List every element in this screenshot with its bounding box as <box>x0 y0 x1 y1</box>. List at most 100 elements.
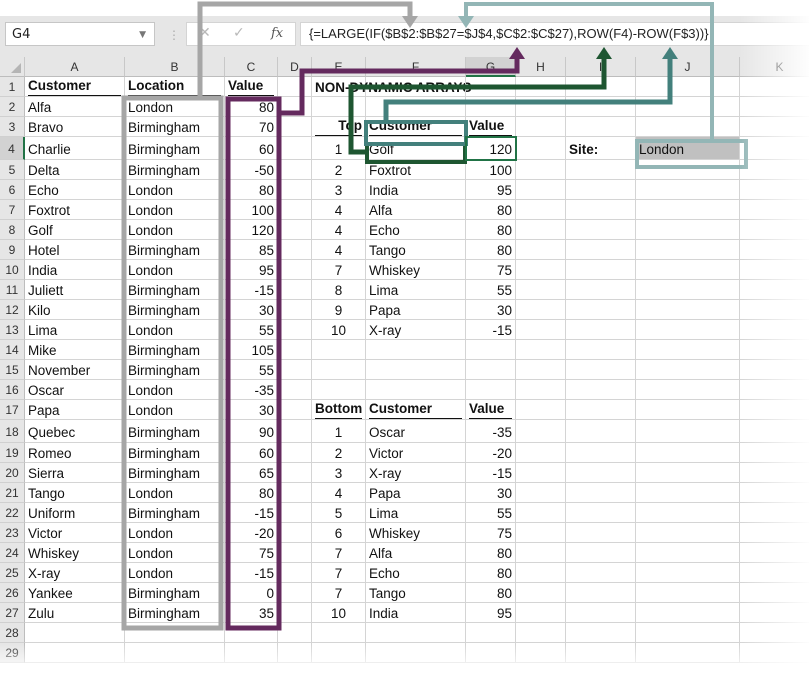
cell-h13[interactable] <box>516 320 566 340</box>
cell-h14[interactable] <box>516 340 566 360</box>
cell-j7[interactable] <box>636 200 740 220</box>
bottom-rank[interactable]: 3 <box>312 463 366 483</box>
column-header-a[interactable]: A <box>25 57 125 77</box>
row-header-1[interactable]: 1 <box>0 77 25 97</box>
cell-d7[interactable] <box>278 200 312 220</box>
cell-i20[interactable] <box>566 463 636 483</box>
cell-i21[interactable] <box>566 483 636 503</box>
source-customer[interactable]: Charlie <box>25 137 125 160</box>
cell-k15[interactable] <box>740 360 809 380</box>
column-header-f[interactable]: F <box>366 57 466 77</box>
cell-j24[interactable] <box>636 543 740 563</box>
insert-function-icon[interactable]: fx <box>271 26 283 41</box>
cell-j15[interactable] <box>636 360 740 380</box>
cell-h16[interactable] <box>516 380 566 400</box>
source-customer[interactable]: India <box>25 260 125 280</box>
source-customer[interactable]: Tango <box>25 483 125 503</box>
cell-i1[interactable] <box>566 77 636 97</box>
cell-k28[interactable] <box>740 623 809 643</box>
cell-h21[interactable] <box>516 483 566 503</box>
cell-f1[interactable] <box>366 77 466 97</box>
top-header-customer[interactable]: Customer <box>366 117 466 137</box>
cell-k29[interactable] <box>740 643 809 663</box>
row-header-20[interactable]: 20 <box>0 463 25 483</box>
cell-h5[interactable] <box>516 160 566 180</box>
cell-d6[interactable] <box>278 180 312 200</box>
cell-g16[interactable] <box>466 380 516 400</box>
cell-g2[interactable] <box>466 97 516 117</box>
source-location[interactable]: London <box>125 380 225 400</box>
top-value[interactable]: 30 <box>466 300 516 320</box>
cell-j17[interactable] <box>636 400 740 420</box>
cell-k2[interactable] <box>740 97 809 117</box>
cell-j14[interactable] <box>636 340 740 360</box>
cell-i18[interactable] <box>566 420 636 443</box>
row-header-14[interactable]: 14 <box>0 340 25 360</box>
column-header-b[interactable]: B <box>125 57 225 77</box>
row-header-27[interactable]: 27 <box>0 603 25 623</box>
source-customer[interactable]: X-ray <box>25 563 125 583</box>
cell-i2[interactable] <box>566 97 636 117</box>
bottom-customer[interactable]: Victor <box>366 443 466 463</box>
row-header-4[interactable]: 4 <box>0 137 25 160</box>
bottom-rank[interactable]: 2 <box>312 443 366 463</box>
bottom-customer[interactable]: Whiskey <box>366 523 466 543</box>
source-value[interactable]: 55 <box>225 320 278 340</box>
cell-i22[interactable] <box>566 503 636 523</box>
cell-e28[interactable] <box>312 623 366 643</box>
cell-d20[interactable] <box>278 463 312 483</box>
cell-d8[interactable] <box>278 220 312 240</box>
cell-h3[interactable] <box>516 117 566 137</box>
source-location[interactable]: Birmingham <box>125 340 225 360</box>
cell-h2[interactable] <box>516 97 566 117</box>
cell-j5[interactable] <box>636 160 740 180</box>
source-location[interactable]: London <box>125 320 225 340</box>
source-location[interactable]: London <box>125 483 225 503</box>
source-customer[interactable]: Golf <box>25 220 125 240</box>
source-value[interactable]: 80 <box>225 180 278 200</box>
cell-k16[interactable] <box>740 380 809 400</box>
row-header-5[interactable]: 5 <box>0 160 25 180</box>
cell-j12[interactable] <box>636 300 740 320</box>
row-header-12[interactable]: 12 <box>0 300 25 320</box>
source-location[interactable]: Birmingham <box>125 240 225 260</box>
cell-i13[interactable] <box>566 320 636 340</box>
cell-i16[interactable] <box>566 380 636 400</box>
cell-k17[interactable] <box>740 400 809 420</box>
row-header-7[interactable]: 7 <box>0 200 25 220</box>
bottom-value[interactable]: 75 <box>466 523 516 543</box>
source-value[interactable]: 35 <box>225 603 278 623</box>
source-value[interactable]: -50 <box>225 160 278 180</box>
cell-d27[interactable] <box>278 603 312 623</box>
cell-d3[interactable] <box>278 117 312 137</box>
row-header-6[interactable]: 6 <box>0 180 25 200</box>
source-value[interactable]: 70 <box>225 117 278 137</box>
cell-k7[interactable] <box>740 200 809 220</box>
source-value[interactable]: 30 <box>225 300 278 320</box>
cell-h20[interactable] <box>516 463 566 483</box>
column-header-h[interactable]: H <box>516 57 566 77</box>
row-header-9[interactable]: 9 <box>0 240 25 260</box>
cell-h10[interactable] <box>516 260 566 280</box>
cell-d18[interactable] <box>278 420 312 443</box>
cell-k11[interactable] <box>740 280 809 300</box>
source-location[interactable]: London <box>125 563 225 583</box>
source-customer[interactable]: Bravo <box>25 117 125 137</box>
bottom-rank[interactable]: 1 <box>312 420 366 443</box>
cell-j22[interactable] <box>636 503 740 523</box>
cell-g29[interactable] <box>466 643 516 663</box>
cell-i17[interactable] <box>566 400 636 420</box>
source-value[interactable]: 85 <box>225 240 278 260</box>
cell-i12[interactable] <box>566 300 636 320</box>
cell-j16[interactable] <box>636 380 740 400</box>
bottom-value[interactable]: 55 <box>466 503 516 523</box>
top-value[interactable]: 95 <box>466 180 516 200</box>
source-customer[interactable]: Yankee <box>25 583 125 603</box>
source-location[interactable]: London <box>125 200 225 220</box>
bottom-value[interactable]: 95 <box>466 603 516 623</box>
cell-d10[interactable] <box>278 260 312 280</box>
bottom-rank[interactable]: 6 <box>312 523 366 543</box>
bottom-rank[interactable]: 7 <box>312 563 366 583</box>
cell-i15[interactable] <box>566 360 636 380</box>
cell-c29[interactable] <box>225 643 278 663</box>
